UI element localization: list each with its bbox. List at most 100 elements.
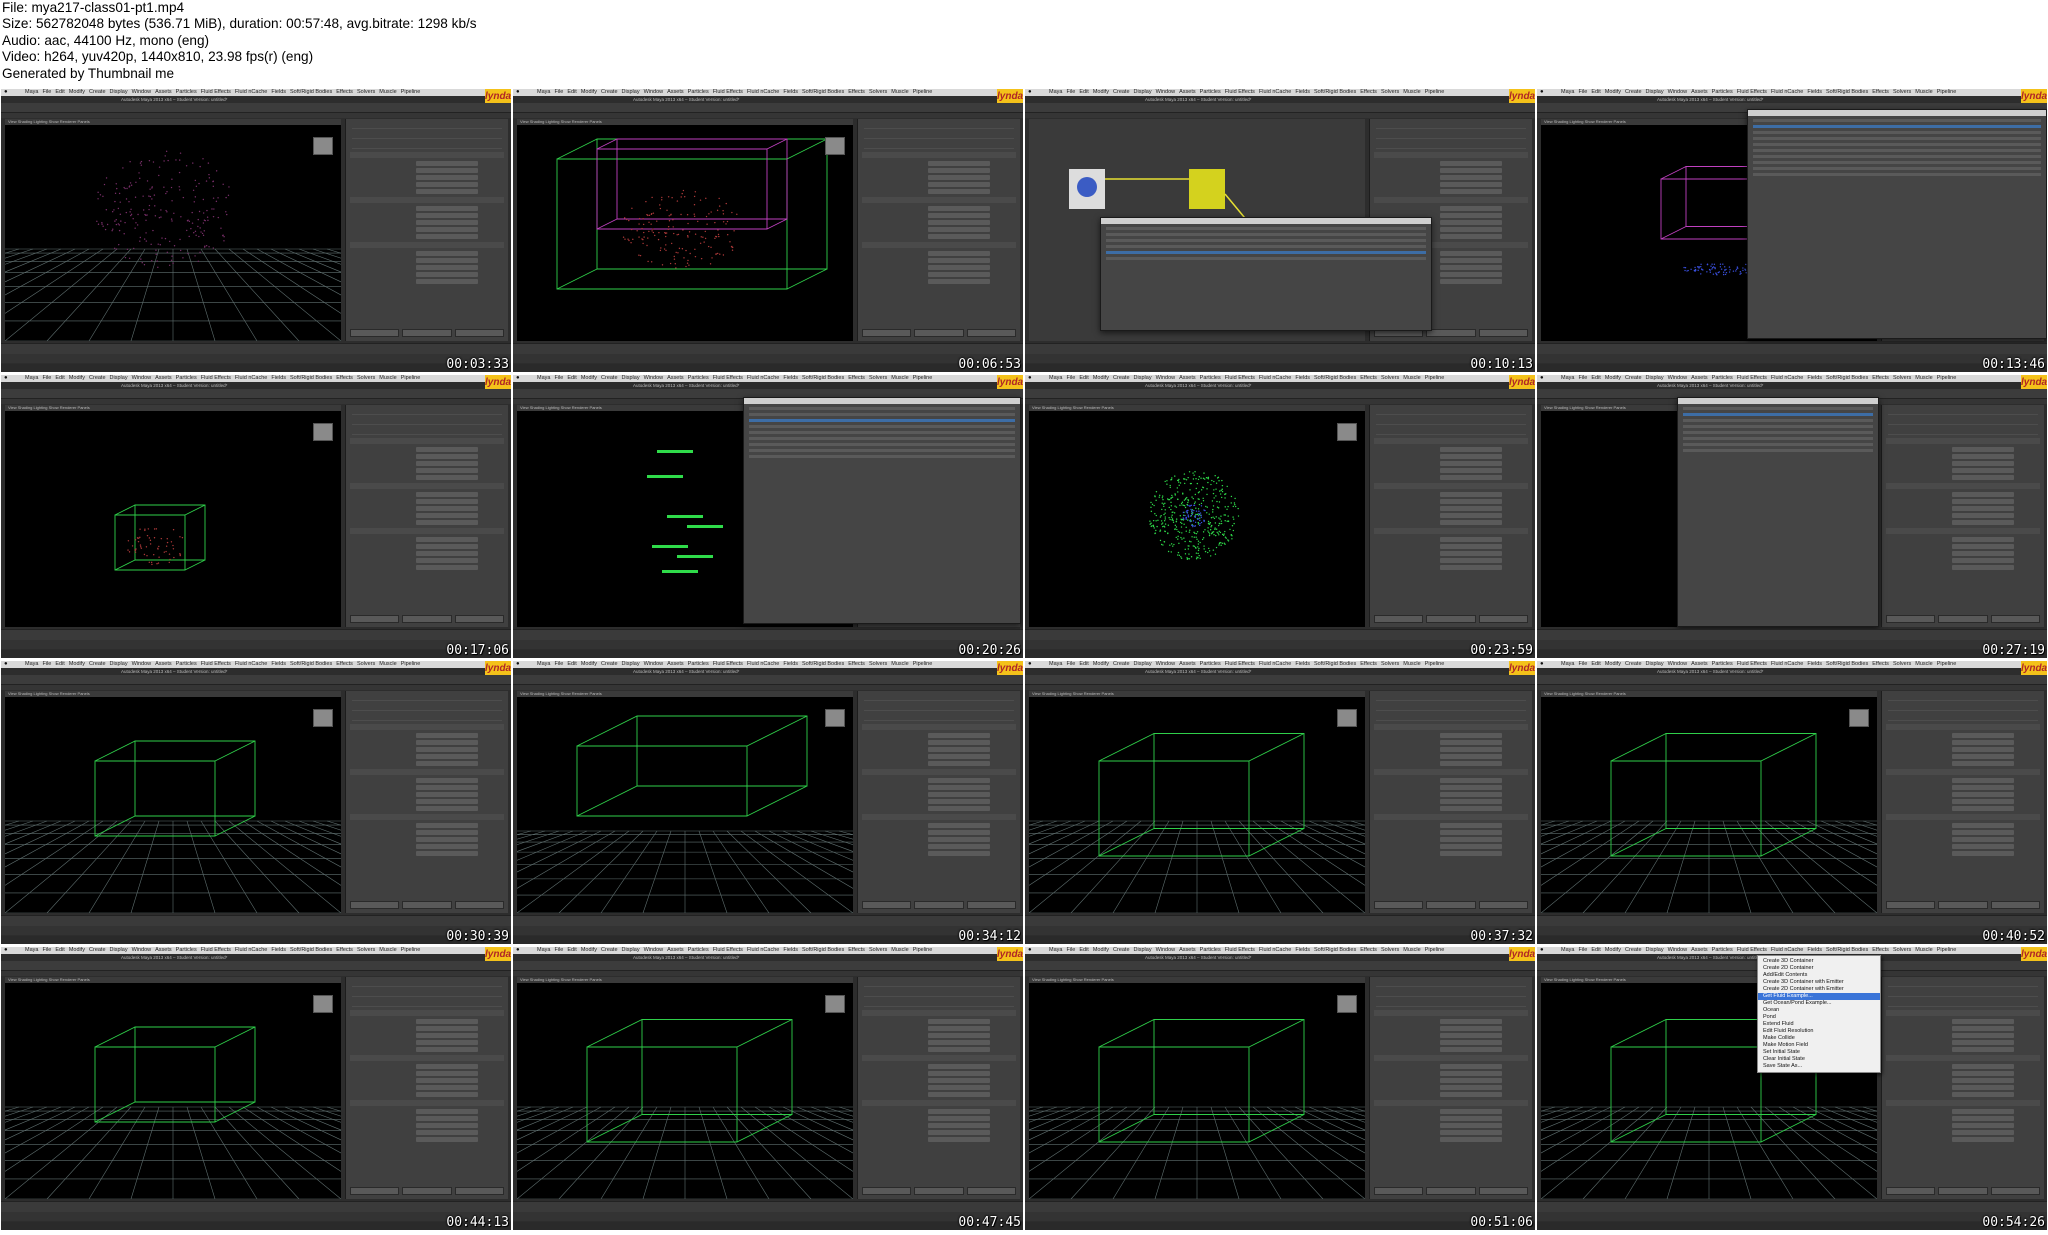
attribute-field[interactable] xyxy=(928,213,990,218)
menu-item[interactable]: Create xyxy=(601,89,618,95)
menu-item[interactable]: Fluid Effects xyxy=(1225,375,1255,381)
attribute-field[interactable] xyxy=(1440,1026,1502,1031)
fluid-menu-item[interactable]: Save State As... xyxy=(1758,1063,1880,1070)
menu-item[interactable]: Display xyxy=(1134,947,1152,953)
menu-item[interactable]: Window xyxy=(1156,375,1176,381)
menu-item[interactable]: Modify xyxy=(581,947,597,953)
range-slider[interactable] xyxy=(1,1212,511,1221)
attribute-editor-button[interactable] xyxy=(402,615,452,623)
menu-item[interactable]: Assets xyxy=(155,375,172,381)
attribute-field[interactable] xyxy=(928,806,990,811)
menu-item[interactable]: Solvers xyxy=(1893,89,1911,95)
menu-item[interactable]: Pipeline xyxy=(913,375,933,381)
menu-item[interactable]: Assets xyxy=(667,947,684,953)
attribute-section-header[interactable] xyxy=(350,1055,504,1061)
attribute-tab-row[interactable] xyxy=(352,141,502,149)
menu-item[interactable]: Particles xyxy=(1712,89,1733,95)
shelf-toolbar[interactable] xyxy=(1,103,511,113)
attribute-field[interactable] xyxy=(416,1123,478,1128)
menu-item[interactable]: Effects xyxy=(336,89,353,95)
menu-item[interactable]: Fields xyxy=(271,375,286,381)
attribute-section-header[interactable] xyxy=(1374,1100,1528,1106)
shelf-toolbar[interactable] xyxy=(513,961,1023,971)
video-thumbnail[interactable]: ● Maya File Edit Modify Create Display Window As… xyxy=(1,947,511,1230)
fluid-container-box[interactable] xyxy=(94,1026,256,1123)
attribute-field[interactable] xyxy=(1440,1085,1502,1090)
menu-item[interactable]: Modify xyxy=(1605,89,1621,95)
attribute-tab-row[interactable] xyxy=(352,427,502,435)
menu-item[interactable]: Fields xyxy=(271,661,286,667)
menu-item[interactable]: Fluid Effects xyxy=(201,661,231,667)
time-slider[interactable] xyxy=(1,629,511,640)
attribute-field[interactable] xyxy=(416,1033,478,1038)
menu-item[interactable]: Fluid nCache xyxy=(747,947,779,953)
attribute-field[interactable] xyxy=(416,851,478,856)
menu-item[interactable]: Solvers xyxy=(869,89,887,95)
shelf-toolbar[interactable] xyxy=(1025,675,1535,685)
menu-item[interactable]: Particles xyxy=(1712,375,1733,381)
attribute-editor-button[interactable] xyxy=(914,329,964,337)
attribute-section-header[interactable] xyxy=(1886,1055,2040,1061)
perspective-viewport[interactable]: View Shading Lighting Show Renderer Pane… xyxy=(5,405,341,627)
attribute-field[interactable] xyxy=(1440,227,1502,232)
menu-item[interactable]: Muscle xyxy=(1403,89,1420,95)
attribute-field[interactable] xyxy=(1440,558,1502,563)
menu-item[interactable]: Edit xyxy=(1591,375,1600,381)
menu-item[interactable]: Fluid nCache xyxy=(235,947,267,953)
attribute-section-header[interactable] xyxy=(862,724,1016,730)
menu-item[interactable]: Create xyxy=(1113,375,1130,381)
menu-item[interactable]: Window xyxy=(1668,661,1688,667)
attribute-field[interactable] xyxy=(928,1109,990,1114)
attribute-field[interactable] xyxy=(928,1071,990,1076)
menu-item[interactable]: Fluid Effects xyxy=(1225,947,1255,953)
attribute-field[interactable] xyxy=(416,799,478,804)
attribute-field[interactable] xyxy=(1952,492,2014,497)
attribute-field[interactable] xyxy=(1952,761,2014,766)
menu-item[interactable]: Create xyxy=(1625,89,1642,95)
video-thumbnail[interactable]: ● Maya File Edit Modify Create Display Window As… xyxy=(513,375,1023,658)
attribute-editor[interactable] xyxy=(857,977,1020,1199)
menu-item[interactable]: Fluid Effects xyxy=(1737,89,1767,95)
attribute-tab-row[interactable] xyxy=(1888,407,2038,415)
menu-item[interactable]: Soft/Rigid Bodies xyxy=(290,375,332,381)
attribute-field[interactable] xyxy=(416,558,478,563)
command-line[interactable] xyxy=(1025,936,1535,944)
fluid-container-box[interactable] xyxy=(576,715,808,817)
attribute-tab-row[interactable] xyxy=(1376,989,1526,997)
menu-item[interactable]: Maya xyxy=(1561,947,1574,953)
menu-item[interactable]: File xyxy=(1578,89,1587,95)
attribute-field[interactable] xyxy=(928,258,990,263)
attribute-editor-button[interactable] xyxy=(1426,615,1476,623)
attribute-field[interactable] xyxy=(928,830,990,835)
attribute-editor-button[interactable] xyxy=(1426,329,1476,337)
menu-item[interactable]: Maya xyxy=(537,89,550,95)
menu-item[interactable]: Fluid nCache xyxy=(1771,375,1803,381)
attribute-field[interactable] xyxy=(1440,1047,1502,1052)
attribute-section-header[interactable] xyxy=(1374,1010,1528,1016)
apple-icon[interactable]: ● xyxy=(4,947,8,954)
attribute-editor-button[interactable] xyxy=(454,1187,504,1195)
attribute-editor-button[interactable] xyxy=(350,1187,400,1195)
menu-item[interactable]: Effects xyxy=(1872,89,1889,95)
attribute-tab-row[interactable] xyxy=(1888,427,2038,435)
attribute-field[interactable] xyxy=(1440,161,1502,166)
perspective-viewport[interactable]: View Shading Lighting Show Renderer Pane… xyxy=(517,691,853,913)
attribute-field[interactable] xyxy=(1952,799,2014,804)
menu-item[interactable]: Modify xyxy=(1605,661,1621,667)
attribute-field[interactable] xyxy=(416,806,478,811)
menu-item[interactable]: Create xyxy=(1625,375,1642,381)
attribute-field[interactable] xyxy=(416,544,478,549)
fluid-menu-item[interactable]: Get Fluid Example... xyxy=(1758,993,1880,1000)
menu-item[interactable]: Fluid Effects xyxy=(713,947,743,953)
attribute-field[interactable] xyxy=(1440,1064,1502,1069)
menu-item[interactable]: Create xyxy=(601,661,618,667)
attribute-tab-row[interactable] xyxy=(1376,131,1526,139)
attribute-section-header[interactable] xyxy=(350,152,504,158)
attribute-tab-row[interactable] xyxy=(1376,979,1526,987)
attribute-field[interactable] xyxy=(416,733,478,738)
attribute-field[interactable] xyxy=(1440,234,1502,239)
status-toolbar[interactable] xyxy=(513,113,1023,118)
menu-item[interactable]: Particles xyxy=(688,661,709,667)
menu-item[interactable]: Create xyxy=(1625,661,1642,667)
attribute-field[interactable] xyxy=(928,1040,990,1045)
